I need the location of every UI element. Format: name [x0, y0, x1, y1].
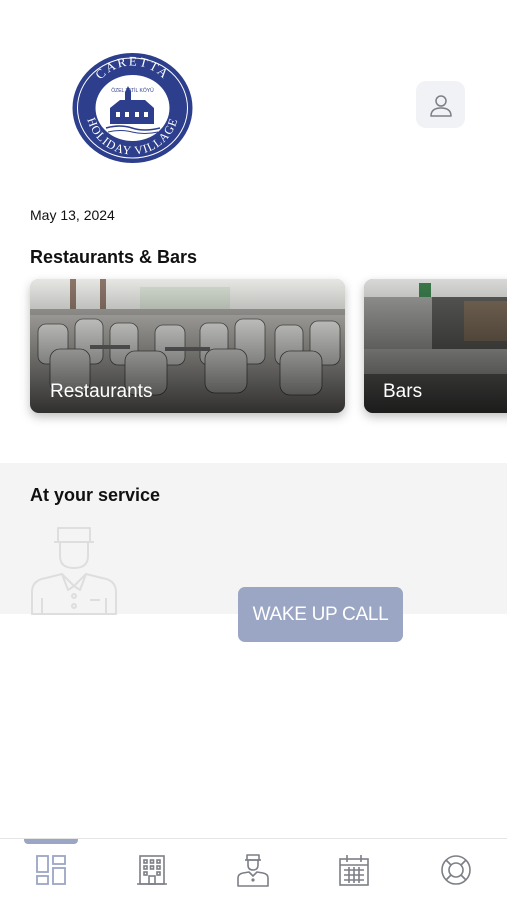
- nav-calendar[interactable]: [337, 853, 371, 887]
- restaurants-card[interactable]: Restaurants: [30, 279, 345, 413]
- nav-concierge[interactable]: [236, 853, 270, 887]
- bottom-navigation: [0, 838, 507, 901]
- current-date: May 13, 2024: [30, 207, 115, 223]
- active-tab-indicator: [24, 839, 78, 844]
- bars-card[interactable]: Bars: [364, 279, 507, 413]
- bars-label: Bars: [383, 381, 423, 402]
- calendar-icon: [339, 855, 369, 886]
- butler-icon: [28, 524, 120, 616]
- concierge-icon: [237, 854, 269, 887]
- dashboard-icon: [36, 855, 66, 885]
- nav-hotel[interactable]: [135, 853, 169, 887]
- lifebuoy-icon: [441, 855, 471, 885]
- nav-help[interactable]: [439, 853, 473, 887]
- restaurants-bars-title: Restaurants & Bars: [30, 247, 198, 267]
- caretta-logo: CARETTA HOLIDAY VILLAGE ÖZEL TATİL KÖYÜ: [70, 52, 195, 165]
- restaurants-label: Restaurants: [50, 381, 153, 402]
- profile-button[interactable]: [416, 81, 465, 128]
- hotel-icon: [137, 855, 167, 885]
- wake-up-call-button[interactable]: WAKE UP CALL: [238, 587, 403, 642]
- logo-inner-text: ÖZEL TATİL KÖYÜ: [111, 87, 154, 94]
- user-icon: [429, 94, 452, 117]
- service-title: At your service: [30, 485, 161, 505]
- nav-dashboard[interactable]: [34, 853, 68, 887]
